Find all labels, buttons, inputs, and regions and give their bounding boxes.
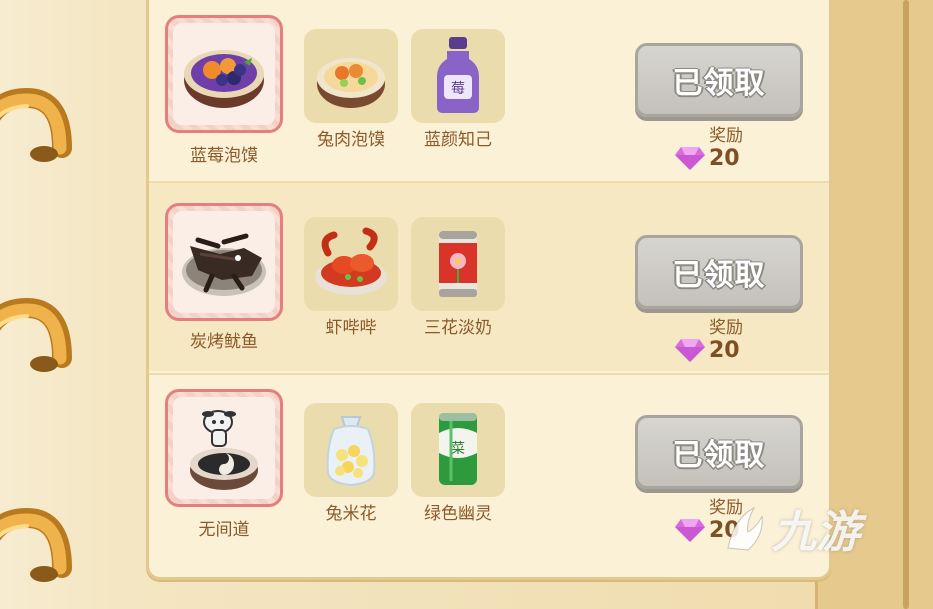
ingredient-label: 绿色幽灵 [424,504,492,524]
crayfish-plate-icon [315,227,387,295]
gem-icon [675,339,705,362]
ingredient-slot[interactable] [411,217,505,311]
claimed-button[interactable]: 已领取 [635,43,803,117]
ingredient-label: 兔肉泡馍 [317,130,385,150]
recipe-row: 炭烤鱿鱼 虾哔哔 三花淡奶 已领取 奖励 20 [149,183,829,371]
blueberry-drink-bottle-icon: 莓 [437,37,479,113]
ingredient-slot[interactable]: 莓 [411,29,505,123]
claimed-button[interactable]: 已领取 [635,235,803,309]
main-dish-label: 炭烤鱿鱼 [190,332,258,352]
reward-count: 20 [709,337,740,363]
watermark: 九游 [718,488,898,568]
watermark-logo-icon [727,506,763,551]
svg-text:莓: 莓 [451,81,465,97]
gem-icon [675,519,705,542]
ingredient-slot[interactable] [304,403,398,497]
green-drink-can-icon: 菜 [439,413,477,485]
svg-text:菜: 菜 [451,441,465,457]
ingredient-label: 虾哔哔 [325,318,377,338]
reward-count: 20 [709,145,740,171]
main-dish-slot[interactable] [165,203,283,321]
ingredient-slot[interactable]: 菜 [411,403,505,497]
main-dish-label: 无间道 [198,520,250,540]
claimed-button[interactable]: 已领取 [635,415,803,489]
ingredient-slot[interactable] [304,217,398,311]
binder-ring-icon [0,88,72,162]
main-dish-slot[interactable] [165,389,283,507]
main-dish-slot[interactable] [165,15,283,133]
grilled-squid-icon [182,233,266,296]
rabbit-bun-soup-icon [317,58,385,108]
watermark-text: 九游 [772,507,860,558]
reward-label: 奖励 [709,318,743,338]
evaporated-milk-can-icon [439,231,477,297]
spine-groove [903,0,909,609]
reward-amount: 20 [675,337,740,363]
popcorn-bag-icon [326,416,376,487]
ingredient-slot[interactable] [304,29,398,123]
ingredient-label: 蓝颜知己 [424,130,492,150]
ingredient-label: 兔米花 [325,504,377,524]
recipe-row: 蓝莓泡馍 兔肉泡馍 莓 蓝颜知己 已领取 奖励 20 [149,0,829,179]
binder-ring-icon [0,298,72,372]
ingredient-label: 三花淡奶 [424,318,492,338]
reward-amount: 20 [675,145,740,171]
blueberry-bun-soup-icon [184,50,264,108]
reward-label: 奖励 [709,126,743,146]
taiji-bowl-icon [190,410,258,490]
gem-icon [675,147,705,170]
main-dish-label: 蓝莓泡馍 [190,146,258,166]
binder-ring-icon [0,508,72,582]
